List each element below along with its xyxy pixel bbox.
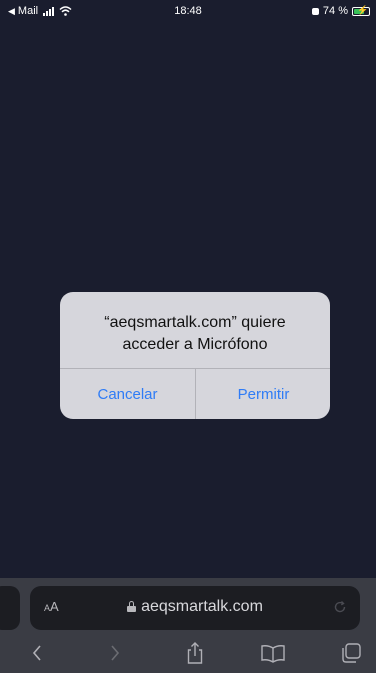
battery-percent: 74 %: [322, 5, 348, 17]
bookmarks-icon[interactable]: [258, 640, 288, 666]
browser-screen: ◀ Mail 18:48 74 % ⚡ “aeqsmartalk.com” qu…: [0, 0, 376, 673]
cancel-button[interactable]: Cancelar: [60, 369, 195, 419]
share-icon[interactable]: [180, 640, 210, 666]
alert-message: “aeqsmartalk.com” quiere acceder a Micró…: [104, 314, 286, 353]
status-bar: ◀ Mail 18:48 74 % ⚡: [0, 0, 376, 22]
lock-icon: [127, 601, 137, 612]
browser-bottom-bar: AA aeqsmartalk.com: [0, 578, 376, 673]
url-text[interactable]: aeqsmartalk.com: [141, 598, 263, 615]
battery-icon: ⚡: [352, 4, 370, 16]
back-icon[interactable]: [22, 640, 52, 666]
status-right: 74 % ⚡: [311, 4, 370, 17]
browser-toolbar: [0, 634, 376, 673]
address-bar[interactable]: AA aeqsmartalk.com: [30, 586, 360, 630]
charging-bolt-icon: ⚡: [357, 4, 369, 15]
permission-alert: “aeqsmartalk.com” quiere acceder a Micró…: [60, 292, 330, 419]
url-display[interactable]: aeqsmartalk.com: [30, 598, 360, 616]
orientation-lock-icon: [311, 7, 319, 15]
reload-icon[interactable]: [332, 599, 348, 615]
forward-icon[interactable]: [100, 640, 130, 666]
tabs-icon[interactable]: [336, 640, 366, 666]
previous-tab-peek[interactable]: [0, 586, 20, 630]
allow-button[interactable]: Permitir: [196, 369, 330, 419]
